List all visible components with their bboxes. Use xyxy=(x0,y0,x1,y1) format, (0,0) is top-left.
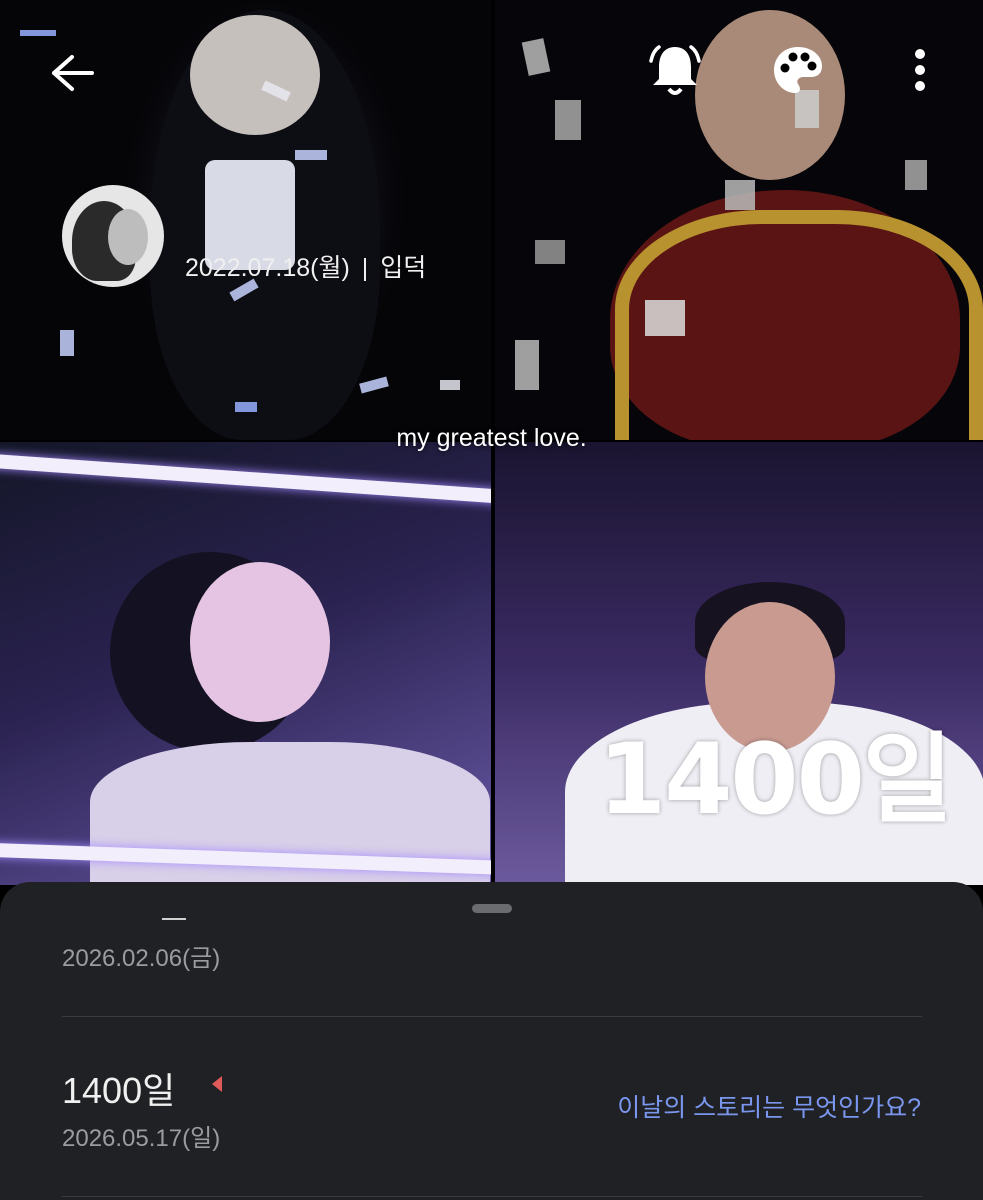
photo-bottom-left xyxy=(0,442,491,885)
more-vertical-icon[interactable] xyxy=(900,40,940,100)
milestone-date: 2026.05.17(일) xyxy=(62,1125,221,1152)
since-date-line: 2022.07.18(월) | 입덕 xyxy=(185,248,426,284)
milestone-title: 1400일 xyxy=(62,1070,176,1111)
divider xyxy=(62,1016,922,1017)
since-date: 2022.07.18(월) xyxy=(185,254,350,282)
sheet-drag-handle[interactable] xyxy=(472,904,512,913)
today-marker-icon xyxy=(212,1076,222,1092)
entry-date: 2026.02.06(금) xyxy=(62,945,221,972)
day-count-display: 1400일 xyxy=(598,723,953,837)
arrow-left-icon[interactable] xyxy=(40,45,104,101)
palette-icon[interactable] xyxy=(766,40,830,100)
story-prompt-link[interactable]: 이날의 스토리는 무엇인가요? xyxy=(617,1088,921,1124)
entry-dash xyxy=(162,918,186,920)
bell-icon[interactable] xyxy=(640,38,710,102)
header-collage: 2022.07.18(월) | 입덕 my greatest love. 1400일 xyxy=(0,0,983,885)
cover-title: my greatest love. xyxy=(396,424,587,452)
since-label: 입덕 xyxy=(380,254,427,282)
divider xyxy=(62,1196,922,1197)
since-separator: | xyxy=(361,254,369,282)
profile-avatar[interactable] xyxy=(62,185,164,287)
bottom-sheet: 2026.02.06(금) 1400일 2026.05.17(일) 이날의 스토… xyxy=(0,882,983,1200)
